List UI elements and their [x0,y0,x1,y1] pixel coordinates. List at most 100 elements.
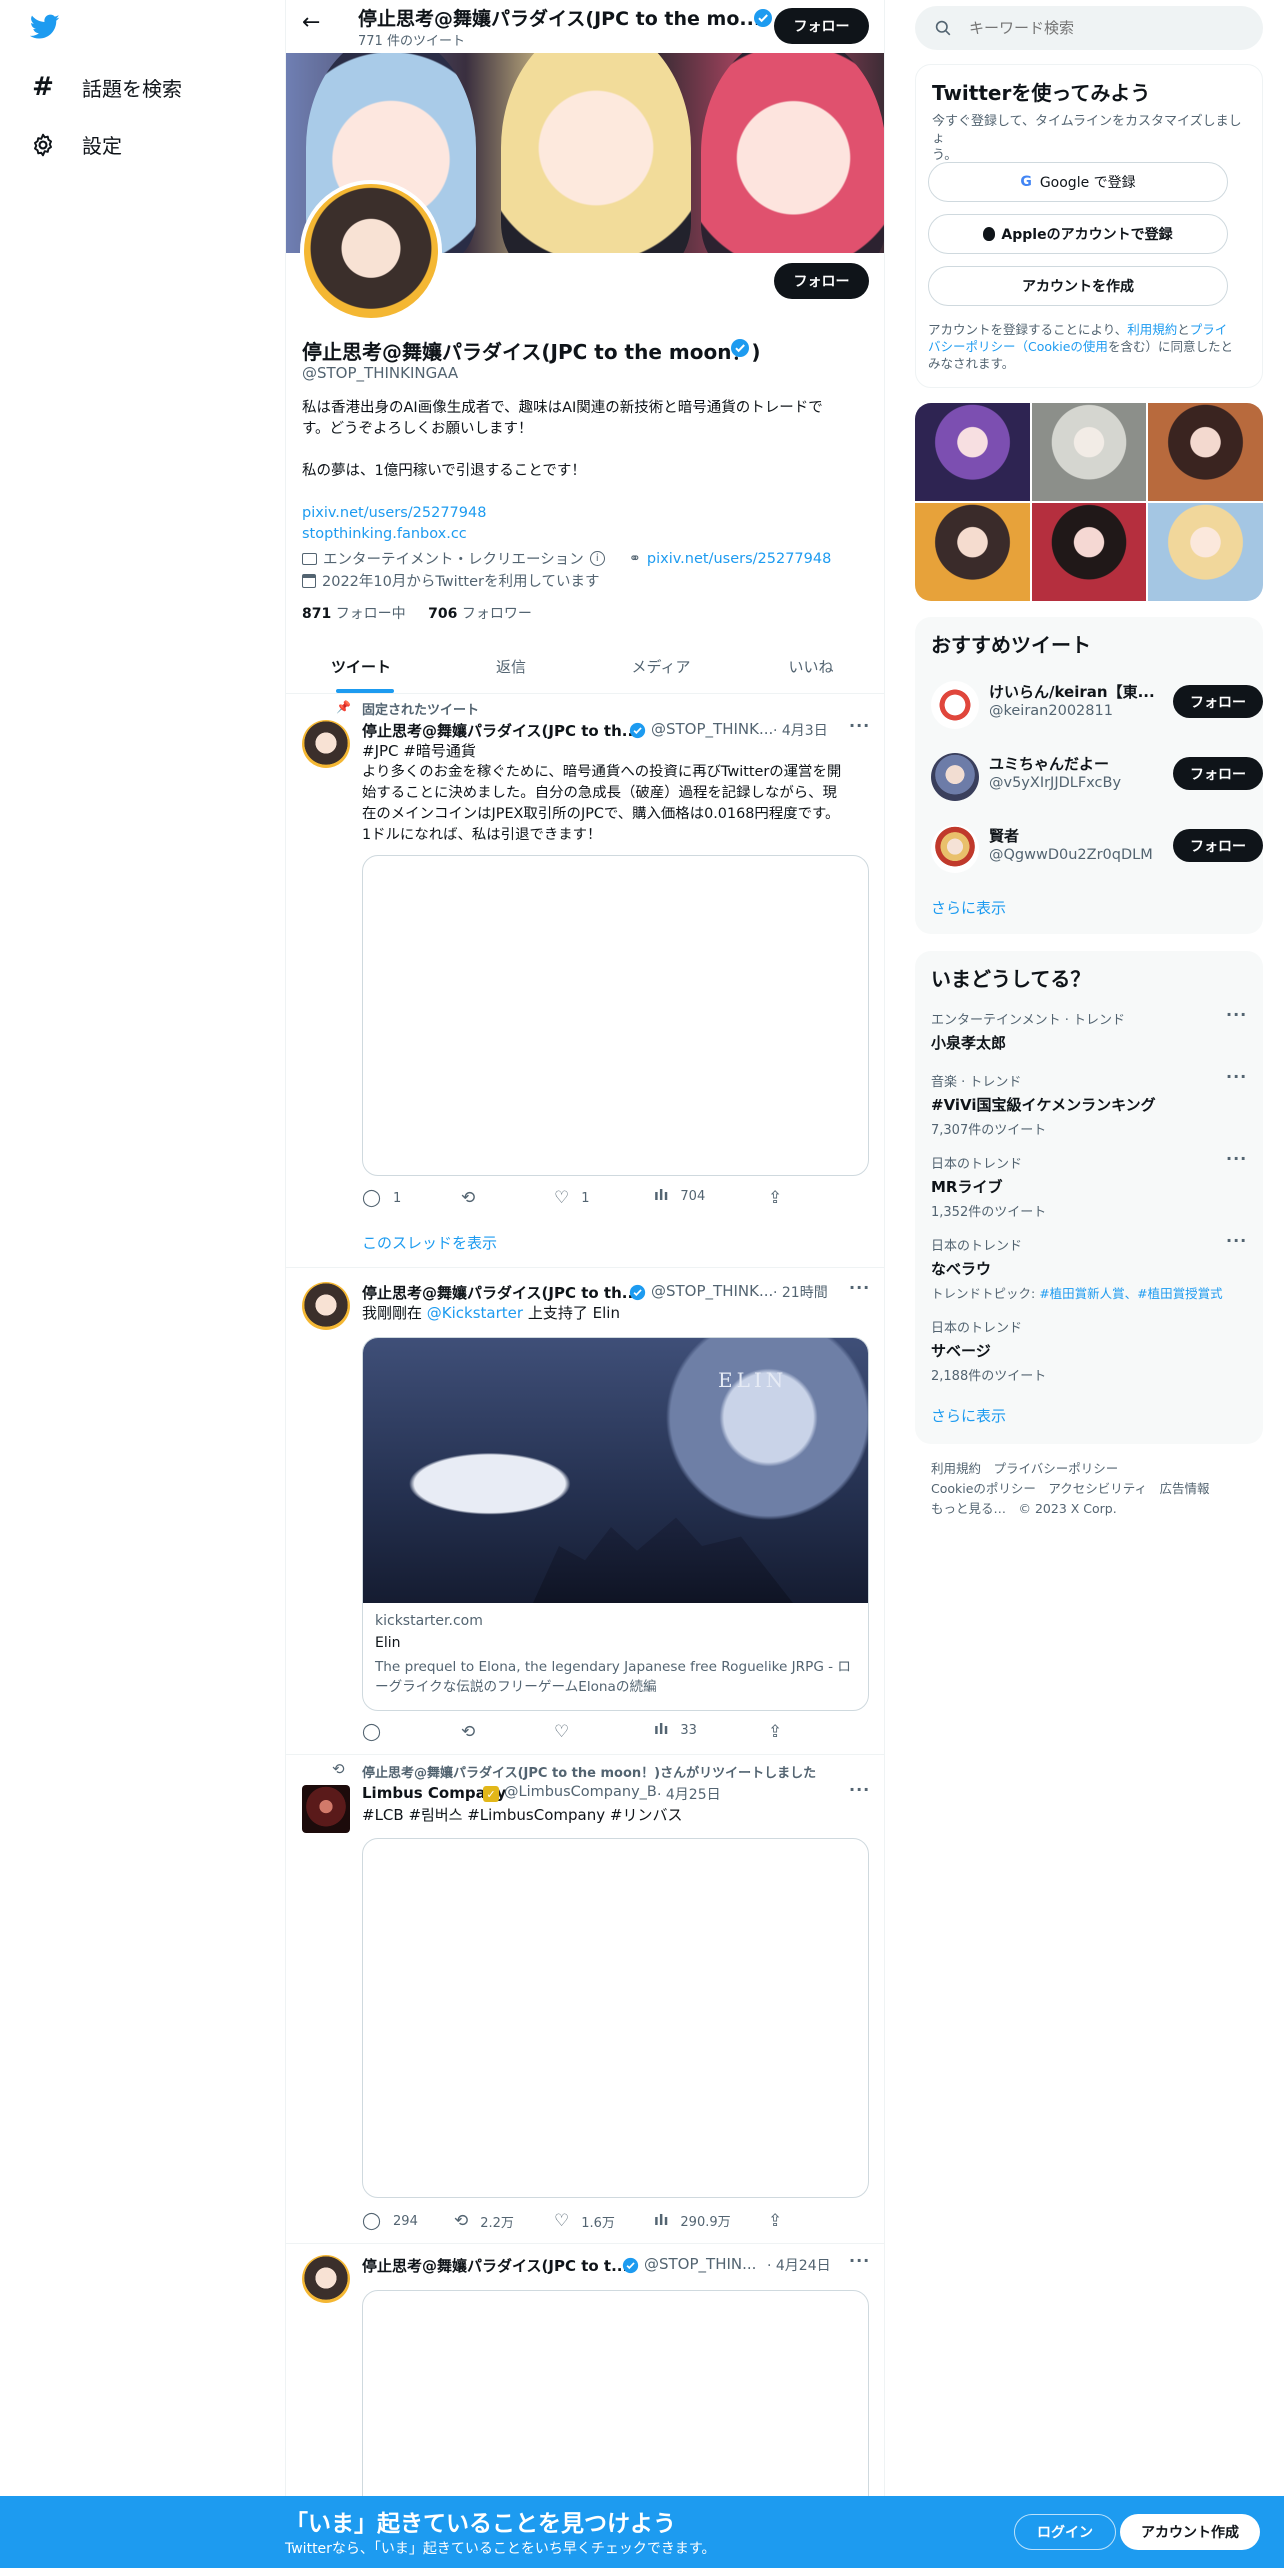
tab-tweets[interactable]: ツイート [286,640,436,693]
profile-website[interactable]: pixiv.net/users/25277948 [647,551,831,567]
tweet-author-name[interactable]: 停止思考@舞孃パラダイス(JPC to t... [362,2255,628,2276]
tab-likes[interactable]: いいね [736,640,884,693]
tweet-time[interactable]: · 4月3日 [773,720,828,740]
trend-item[interactable]: 日本のトレンド なべラウ トレンドトピック: #植田賞新人賞、#植田賞授賞式 ·… [931,1231,1261,1301]
avatar[interactable] [302,1785,350,1833]
tweet-author-name[interactable]: 停止思考@舞孃パラダイス(JPC to th... [362,1282,639,1303]
media-thumbnail[interactable] [1031,403,1147,501]
tab-media[interactable]: メディア [586,640,736,693]
cookie-link[interactable]: バシーポリシー（Cookieの使用 [928,339,1108,354]
more-options-icon[interactable]: ··· [1226,1149,1247,1168]
recommended-user-name[interactable]: ユミちゃんだよー [989,753,1109,774]
more-options-icon[interactable]: ··· [1226,1005,1247,1024]
tweet-author-handle[interactable]: @LimbusCompany_B [504,1784,657,1800]
tweet-media[interactable] [362,855,869,1176]
retweeted-by-label[interactable]: 停止思考@舞孃パラダイス(JPC to the moon！)さんがリツイートしま… [362,1762,816,1781]
avatar[interactable] [302,1282,350,1330]
login-button[interactable]: ログイン [1014,2514,1116,2550]
info-icon[interactable]: i [589,551,605,566]
share-button[interactable]: ⇪ [768,1722,782,1742]
reply-button[interactable]: ◯ 1 [362,1188,401,1208]
profile-avatar[interactable] [300,180,442,322]
tweet-media[interactable] [362,1838,869,2198]
views-button[interactable]: ılı 290.9万 [654,2211,731,2231]
terms-link[interactable]: 利用規約 [1127,322,1177,337]
avatar[interactable] [931,681,979,729]
tweet-hashtags[interactable]: #LCB #림버스 #LimbusCompany #リンバス [362,1805,682,1826]
trend-item[interactable]: エンターテインメント · トレンド 小泉孝太郎 ··· [931,1005,1251,1059]
share-button[interactable]: ⇪ [768,2211,782,2231]
recommended-user[interactable]: けいらん/keiran【東... @keiran2002811 フォロー [931,677,1263,733]
tweet-author-handle[interactable]: @STOP_THINK... [651,720,773,738]
footer-links[interactable]: Cookieのポリシー アクセシビリティ 広告情報 [931,1479,1210,1499]
tweet-time[interactable]: · 4月24日 [767,2255,831,2275]
bio-link-pixiv[interactable]: pixiv.net/users/25277948 [302,503,872,524]
reply-button[interactable]: ◯ [362,1722,381,1742]
trend-item[interactable]: 日本のトレンド サベージ 2,188件のツイート [931,1317,1251,1384]
header-follow-button[interactable]: フォロー [774,8,869,44]
followers-link[interactable]: 706 フォロワー [428,606,532,622]
media-thumbnail[interactable] [915,503,1030,601]
recommended-show-more[interactable]: さらに表示 [931,897,1006,918]
search-input[interactable] [969,19,1219,37]
like-button[interactable]: ♡ 1 [554,1188,590,1208]
like-button[interactable]: ♡ 1.6万 [554,2211,615,2231]
trends-show-more[interactable]: さらに表示 [931,1405,1006,1426]
avatar[interactable] [302,720,350,768]
tweet-hashtags[interactable]: #JPC #暗号通貨 [362,741,476,762]
tweet-time[interactable]: · 21時間 [773,1282,828,1302]
recommended-user[interactable]: 賢者 @QgwwD0u2Zr0qDLM フォロー [931,821,1263,877]
avatar[interactable] [931,753,979,801]
tweet-author-handle[interactable]: @STOP_THIN... [644,2255,756,2273]
back-arrow-icon[interactable]: ← [302,10,320,35]
recommended-user-name[interactable]: 賢者 [989,825,1019,846]
tweet-time[interactable]: · 4月25日 [657,1784,721,1804]
trend-topic-link[interactable]: #植田賞新人賞、#植田賞授賞式 [1039,1286,1222,1301]
follow-button[interactable]: フォロー [1173,829,1263,862]
retweet-button[interactable]: ⟲ 2.2万 [454,2211,514,2231]
tweet-author-name[interactable]: 停止思考@舞孃パラダイス(JPC to th... [362,720,639,741]
nav-settings[interactable]: 設定 [30,130,122,159]
more-options-icon[interactable]: ··· [1226,1231,1247,1250]
twitter-bird-icon[interactable] [30,14,60,40]
banner-signup-button[interactable]: アカウント作成 [1120,2514,1260,2550]
more-options-icon[interactable]: ··· [1226,1067,1247,1086]
more-options-icon[interactable]: ··· [849,716,870,735]
trend-item[interactable]: 音楽 · トレンド #ViVi国宝級イケメンランキング 7,307件のツイート … [931,1067,1251,1138]
media-thumbnail[interactable] [1031,503,1147,601]
recommended-user-name[interactable]: けいらん/keiran【東... [989,681,1155,702]
avatar[interactable] [931,825,979,873]
follow-button[interactable]: フォロー [1173,757,1263,790]
following-link[interactable]: 871 フォロー中 [302,606,406,622]
privacy-link[interactable]: プライ [1190,322,1228,337]
more-options-icon[interactable]: ··· [849,1780,870,1799]
trend-item[interactable]: 日本のトレンド MRライブ 1,352件のツイート ··· [931,1149,1251,1220]
nav-explore[interactable]: # 話題を検索 [30,72,182,102]
more-options-icon[interactable]: ··· [849,1278,870,1297]
media-thumbnail[interactable] [1148,403,1263,501]
link-preview-card[interactable]: ELIN kickstarter.com Elin The prequel to… [362,1337,869,1711]
show-thread-link[interactable]: このスレッドを表示 [362,1232,497,1253]
search-box[interactable] [915,6,1263,50]
tab-replies[interactable]: 返信 [436,640,586,693]
bio-link-fanbox[interactable]: stopthinking.fanbox.cc [302,524,872,545]
google-signup-button[interactable]: G Google で登録 [928,162,1228,202]
share-button[interactable]: ⇪ [768,1188,782,1208]
reply-button[interactable]: ◯ 294 [362,2211,418,2231]
apple-signup-button[interactable]: Appleのアカウントで登録 [928,214,1228,254]
avatar[interactable] [302,2255,350,2303]
views-button[interactable]: ılı 704 [654,1188,705,1204]
like-button[interactable]: ♡ [554,1722,569,1742]
retweet-button[interactable]: ⟲ [461,1188,475,1208]
footer-links[interactable]: 利用規約 プライバシーポリシー [931,1459,1210,1479]
media-thumbnail[interactable] [915,403,1030,501]
views-button[interactable]: ılı 33 [654,1722,697,1738]
follow-button[interactable]: フォロー [1173,685,1263,718]
footer-links[interactable]: もっと見る… © 2023 X Corp. [931,1499,1210,1519]
retweet-button[interactable]: ⟲ [461,1722,475,1742]
tweet-mention[interactable]: @Kickstarter [427,1304,523,1322]
tweet-author-handle[interactable]: @STOP_THINK... [651,1282,773,1300]
media-thumbnail[interactable] [1148,503,1263,601]
create-account-button[interactable]: アカウントを作成 [928,266,1228,306]
more-options-icon[interactable]: ··· [849,2251,870,2270]
